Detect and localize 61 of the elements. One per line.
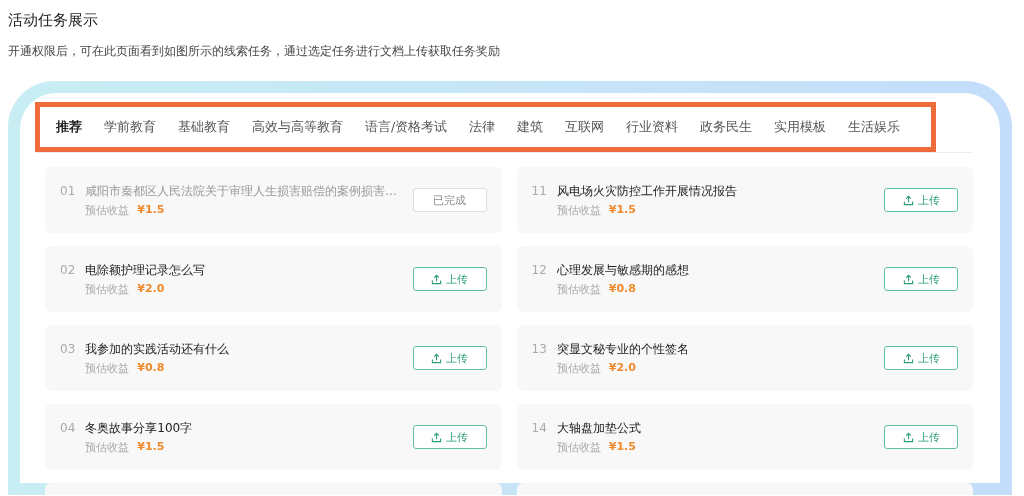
task-number: 13: [531, 341, 547, 358]
upload-icon: [902, 431, 914, 443]
upload-button[interactable]: 上传: [412, 267, 487, 291]
category-tab[interactable]: 法律: [458, 118, 507, 136]
category-tab[interactable]: 行业资料: [615, 118, 690, 136]
upload-button[interactable]: 上传: [884, 346, 958, 370]
page-title: 活动任务展示: [8, 10, 99, 30]
upload-icon: [902, 273, 914, 285]
category-tab[interactable]: 实用模板: [763, 118, 838, 136]
task-title: 我参加的实践活动还有什么: [85, 341, 230, 358]
task-number: 14: [531, 420, 547, 437]
upload-button[interactable]: 上传: [412, 346, 487, 370]
task-title: 大轴盘加垫公式: [556, 420, 641, 437]
reward-label: 预估收益: [556, 282, 601, 297]
task-number: 01: [60, 183, 76, 200]
category-tab[interactable]: 政务民生: [689, 118, 764, 136]
upload-icon: [902, 352, 914, 364]
reward-amount: ¥1.5: [608, 440, 636, 455]
reward-amount: ¥1.5: [608, 203, 636, 218]
upload-icon: [431, 431, 442, 443]
task-title: 冬奥故事分享100字: [85, 420, 193, 437]
reward-amount: ¥2.0: [608, 361, 636, 376]
reward-label: 预估收益: [85, 203, 130, 218]
upload-button[interactable]: 上传: [884, 425, 958, 449]
reward-amount: ¥2.0: [137, 282, 165, 297]
task-number: 02: [60, 262, 76, 279]
upload-button[interactable]: 上传: [884, 188, 958, 212]
reward-amount: ¥1.5: [137, 203, 165, 218]
reward-amount: ¥1.5: [137, 440, 165, 455]
upload-icon: [431, 273, 442, 285]
category-tab[interactable]: 生活娱乐: [837, 118, 912, 136]
category-tab[interactable]: 语言/资格考试: [354, 118, 459, 136]
task-title: 咸阳市秦都区人民法院关于审理人生损害赔偿的案例损害...: [85, 183, 397, 200]
reward-amount: ¥0.8: [608, 282, 636, 297]
task-title: 心理发展与敏感期的感想: [556, 262, 689, 279]
task-number: 12: [531, 262, 547, 279]
reward-label: 预估收益: [85, 361, 130, 376]
reward-label: 预估收益: [85, 440, 130, 455]
upload-button[interactable]: 上传: [884, 267, 958, 291]
task-title: 突显文秘专业的个性签名: [556, 341, 689, 358]
category-tab[interactable]: 基础教育: [167, 118, 241, 136]
category-tab[interactable]: 推荐: [45, 118, 93, 136]
completed-button[interactable]: 已完成: [412, 188, 487, 212]
category-tab[interactable]: 互联网: [554, 118, 616, 136]
category-tab[interactable]: 高效与高等教育: [241, 118, 354, 136]
task-number: 03: [60, 341, 76, 358]
task-number: 04: [60, 420, 76, 437]
reward-label: 预估收益: [556, 361, 601, 376]
reward-label: 预估收益: [556, 203, 601, 218]
task-number: 11: [531, 183, 547, 200]
page-description: 开通权限后，可在此页面看到如图所示的线索任务，通过选定任务进行文档上传获取任务奖励: [8, 43, 501, 59]
upload-icon: [431, 352, 442, 364]
reward-label: 预估收益: [556, 440, 601, 455]
upload-icon: [902, 194, 914, 206]
task-title: 电除额护理记录怎么写: [85, 262, 206, 279]
upload-button[interactable]: 上传: [412, 425, 487, 449]
reward-label: 预估收益: [85, 282, 130, 297]
category-tab[interactable]: 学前教育: [93, 118, 167, 136]
category-tab[interactable]: 建筑: [506, 118, 555, 136]
task-title: 风电场火灾防控工作开展情况报告: [556, 183, 737, 200]
reward-amount: ¥0.8: [137, 361, 165, 376]
